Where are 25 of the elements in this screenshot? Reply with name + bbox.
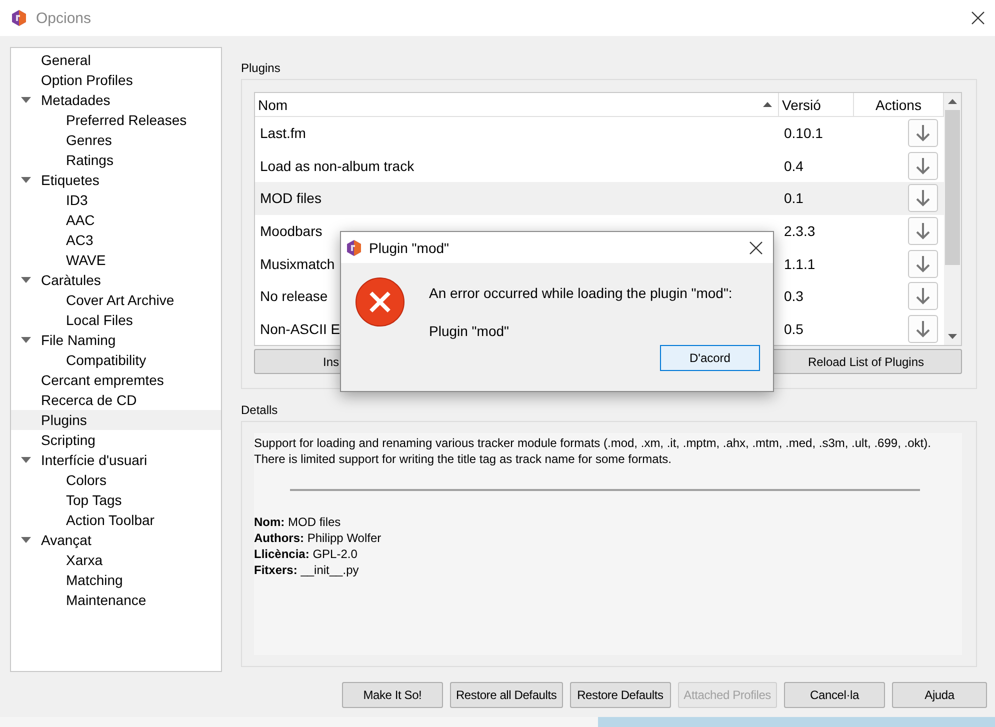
- table-cell: 0.10.1: [784, 125, 823, 142]
- table-cell: Non-ASCII E: [260, 320, 340, 337]
- detail-field: Llicència: GPL-2.0: [254, 546, 962, 562]
- table-cell: Moodbars: [260, 223, 322, 240]
- error-detail: Plugin "mod": [429, 323, 510, 339]
- table-cell: 0.5: [784, 320, 804, 337]
- window-title: Opcions: [36, 10, 92, 26]
- dialog-title: Plugin "mod": [369, 240, 450, 256]
- detail-field: Nom: MOD files: [254, 514, 962, 530]
- detail-field: Fitxers: __init__.py: [254, 562, 962, 578]
- detail-field: Authors: Philipp Wolfer: [254, 530, 962, 546]
- table-cell: No release: [260, 288, 328, 304]
- section-label: Plugins: [241, 60, 282, 77]
- table-cell: Musixmatch: [260, 256, 335, 272]
- table-cell: Load as non-album track: [260, 158, 414, 174]
- table-cell: 1.1.1: [784, 256, 816, 272]
- table-cell: 2.3.3: [784, 223, 816, 240]
- plugin-description: Support for loading and renaming various tracker module formats (.mod, .xm, .it, .mptm, .ahx, .mtm, .med, .s3m, .ult, .699, .okt). There is limited support for writing the title tag as track name for some formats.: [254, 435, 932, 467]
- section-label: Detalls: [241, 402, 279, 419]
- table-cell: Last.fm: [260, 125, 306, 142]
- table-cell: 0.1: [784, 190, 804, 206]
- table-cell: 0.4: [784, 158, 804, 174]
- table-cell: MOD files: [260, 190, 322, 206]
- table-cell: 0.3: [784, 288, 804, 304]
- error-message: An error occurred while loading the plugin "mod":: [429, 285, 732, 301]
